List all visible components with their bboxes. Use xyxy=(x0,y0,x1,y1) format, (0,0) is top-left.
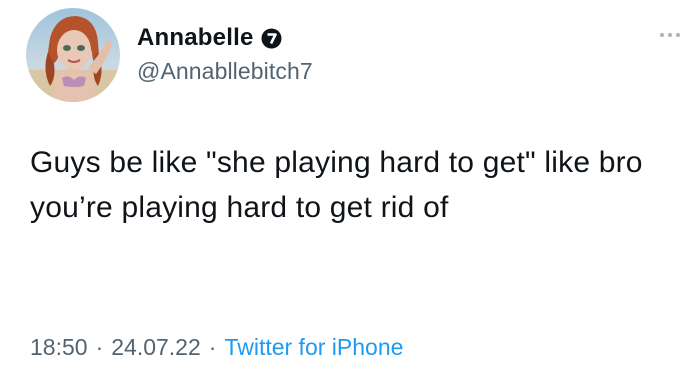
meta-separator: · xyxy=(208,334,217,360)
avatar-image xyxy=(26,8,120,102)
more-options-icon[interactable] xyxy=(654,26,686,44)
display-name[interactable]: Annabelle xyxy=(137,24,254,52)
tweet-source-link[interactable]: Twitter for iPhone xyxy=(224,334,403,361)
name-row: Annabelle xyxy=(137,22,313,54)
more-dot xyxy=(668,33,672,37)
tweet-card: Annabelle @Annabllebitch7 Guys be like "… xyxy=(0,0,700,380)
user-info: Annabelle @Annabllebitch7 xyxy=(137,22,313,85)
more-dot xyxy=(660,33,664,37)
badge-icon xyxy=(261,28,282,49)
user-handle[interactable]: @Annabllebitch7 xyxy=(137,58,313,85)
tweet-text: Guys be like "she playing hard to get" l… xyxy=(30,146,643,224)
tweet-date[interactable]: 24.07.22 xyxy=(111,334,201,361)
profile-avatar[interactable] xyxy=(26,8,120,102)
more-dot xyxy=(676,33,680,37)
tweet-meta: 18:50 · 24.07.22 · Twitter for iPhone xyxy=(30,334,403,361)
tweet-time[interactable]: 18:50 xyxy=(30,334,88,361)
meta-separator: · xyxy=(95,334,104,360)
